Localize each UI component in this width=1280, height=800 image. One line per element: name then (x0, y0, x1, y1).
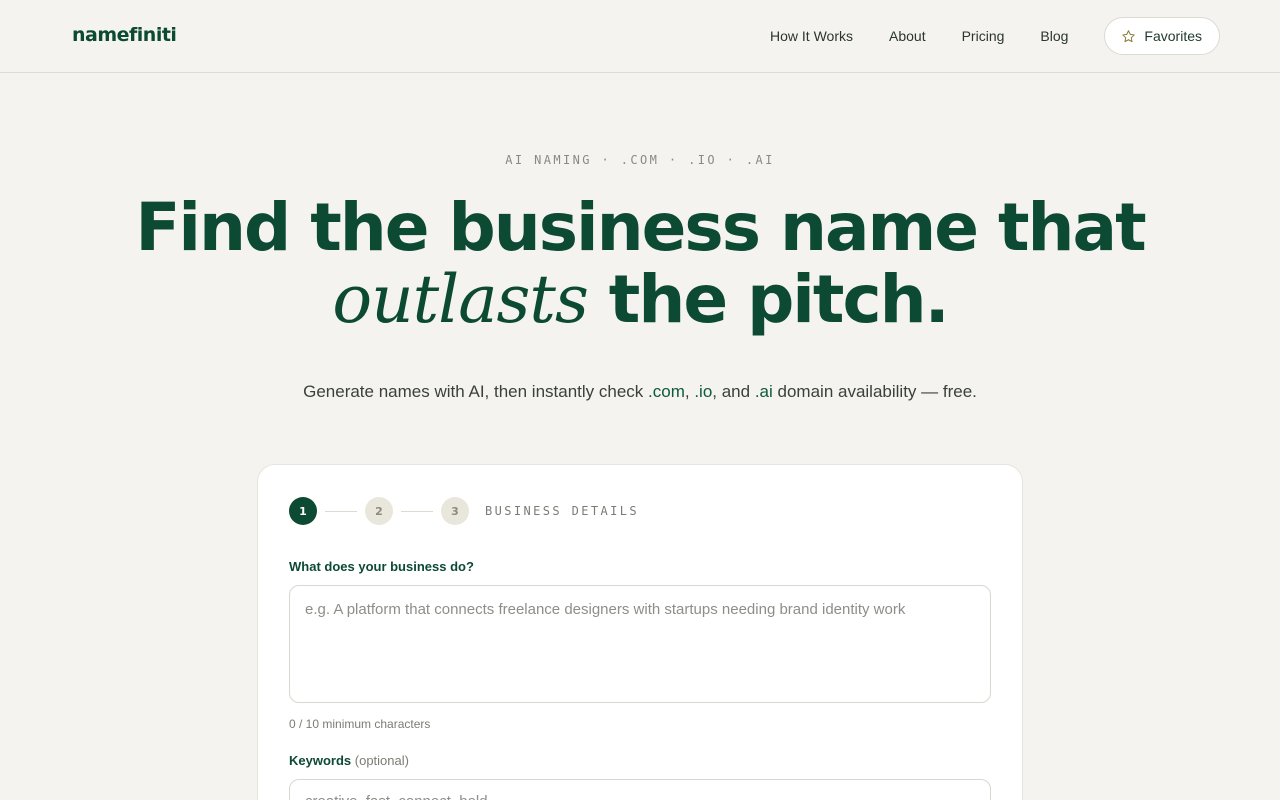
site-header: namefiniti How It Works About Pricing Bl… (0, 0, 1280, 73)
business-description-input[interactable] (289, 585, 991, 703)
nav-blog[interactable]: Blog (1040, 28, 1068, 44)
logo[interactable]: namefiniti (72, 24, 177, 46)
step-2[interactable]: 2 (365, 497, 393, 525)
subhead-suffix: domain availability — free. (772, 382, 977, 401)
business-label: What does your business do? (289, 559, 474, 574)
step-3[interactable]: 3 (441, 497, 469, 525)
subhead-sep-1: , (684, 382, 695, 401)
main-nav: How It Works About Pricing Blog Favorite… (770, 17, 1220, 55)
hero-headline: Find the business name that outlasts the… (0, 192, 1280, 336)
tld-ai: .ai (754, 382, 773, 401)
favorites-label: Favorites (1144, 28, 1202, 44)
nav-about[interactable]: About (889, 28, 926, 44)
headline-line-1: Find the business name that (135, 189, 1146, 266)
headline-rest: the pitch. (587, 261, 950, 338)
star-icon (1122, 29, 1136, 42)
nav-how-it-works[interactable]: How It Works (770, 28, 853, 44)
keywords-input[interactable] (289, 779, 991, 800)
step-indicator: 1 2 3 BUSINESS DETAILS (289, 497, 639, 525)
subhead-prefix: Generate names with AI, then instantly c… (303, 382, 649, 401)
step-1[interactable]: 1 (289, 497, 317, 525)
step-label: BUSINESS DETAILS (485, 504, 639, 518)
tld-com: .com (648, 382, 685, 401)
hero-subheadline: Generate names with AI, then instantly c… (0, 382, 1280, 402)
naming-form-card: 1 2 3 BUSINESS DETAILS What does your bu… (257, 464, 1023, 800)
step-connector (325, 510, 357, 512)
keywords-optional: (optional) (354, 753, 409, 768)
headline-emphasis: outlasts (332, 261, 588, 338)
keywords-label: Keywords (optional) (289, 753, 409, 768)
subhead-sep-2: , and (712, 382, 755, 401)
keywords-label-text: Keywords (289, 753, 352, 768)
favorites-button[interactable]: Favorites (1104, 17, 1220, 55)
nav-pricing[interactable]: Pricing (962, 28, 1005, 44)
step-connector (401, 510, 433, 512)
hero-eyebrow: AI NAMING · .COM · .IO · .AI (505, 153, 775, 167)
tld-io: .io (694, 382, 713, 401)
character-counter: 0 / 10 minimum characters (289, 717, 431, 731)
